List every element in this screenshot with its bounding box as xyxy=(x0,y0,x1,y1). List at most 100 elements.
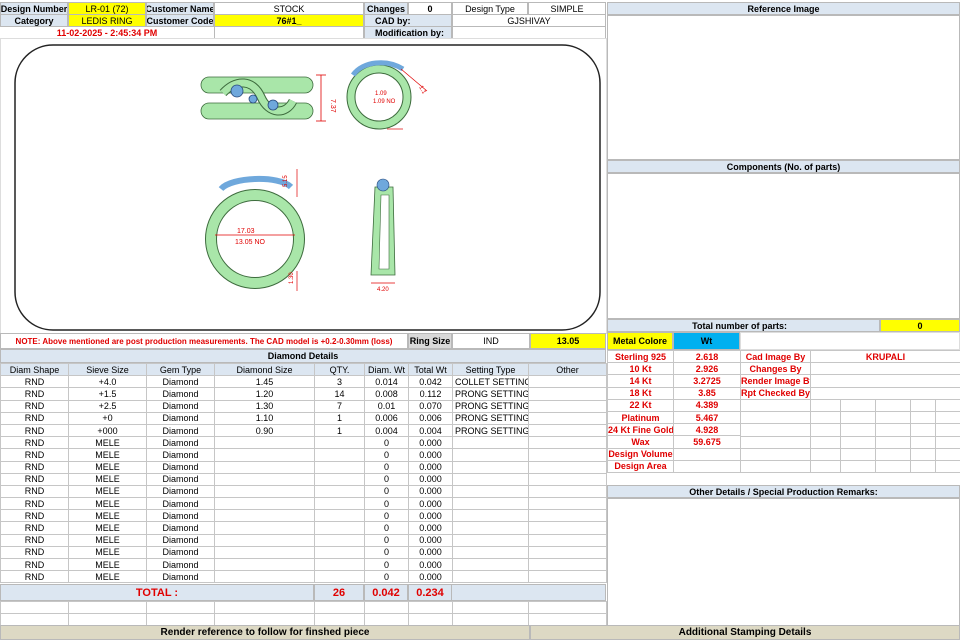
diamond-cell[interactable]: Diamond xyxy=(146,570,215,584)
diamond-cell[interactable] xyxy=(214,472,315,486)
diamond-cell[interactable]: +0 xyxy=(68,411,147,425)
diamond-cell[interactable]: 0.000 xyxy=(408,436,453,450)
other-details-area[interactable] xyxy=(607,498,960,626)
diamond-cell[interactable]: RND xyxy=(0,484,69,499)
diamond-cell[interactable] xyxy=(452,484,529,499)
diamond-cell[interactable] xyxy=(214,533,315,547)
diamond-cell[interactable]: PRONG SETTING xyxy=(452,423,529,438)
diamond-cell[interactable]: 0.004 xyxy=(364,423,409,438)
diamond-cell[interactable]: 0.01 xyxy=(364,399,409,413)
diamond-cell[interactable]: RND xyxy=(0,436,69,450)
diamond-cell[interactable] xyxy=(528,375,607,389)
diamond-cell[interactable]: 1.10 xyxy=(214,411,315,425)
diamond-cell[interactable] xyxy=(314,557,365,572)
diamond-cell[interactable] xyxy=(452,460,529,474)
diamond-cell[interactable]: RND xyxy=(0,509,69,523)
diamond-cell[interactable]: Diamond xyxy=(146,460,215,474)
diamond-cell[interactable]: Diamond xyxy=(146,533,215,547)
diamond-cell[interactable] xyxy=(314,521,365,535)
diamond-cell[interactable]: 0 xyxy=(364,484,409,499)
diamond-cell[interactable]: 1 xyxy=(314,423,365,438)
diamond-cell[interactable]: RND xyxy=(0,460,69,474)
people-value[interactable] xyxy=(810,386,960,400)
diamond-cell[interactable] xyxy=(214,448,315,462)
diamond-cell[interactable] xyxy=(314,472,365,486)
diamond-cell[interactable] xyxy=(214,521,315,535)
diamond-cell[interactable] xyxy=(214,570,315,584)
diamond-cell[interactable]: MELE xyxy=(68,472,147,486)
diamond-cell[interactable] xyxy=(214,484,315,499)
diamond-cell[interactable] xyxy=(452,448,529,462)
diamond-cell[interactable]: +000 xyxy=(68,423,147,438)
diamond-cell[interactable]: 7 xyxy=(314,399,365,413)
diamond-cell[interactable]: MELE xyxy=(68,436,147,450)
diamond-cell[interactable] xyxy=(314,545,365,560)
diamond-cell[interactable]: RND xyxy=(0,423,69,438)
diamond-cell[interactable] xyxy=(452,557,529,572)
diamond-cell[interactable] xyxy=(214,509,315,523)
diamond-cell[interactable]: 0 xyxy=(364,497,409,511)
diamond-cell[interactable]: Diamond xyxy=(146,448,215,462)
diamond-cell[interactable]: 0.008 xyxy=(364,387,409,401)
diamond-cell[interactable]: 0.000 xyxy=(408,460,453,474)
diamond-cell[interactable] xyxy=(214,557,315,572)
diamond-cell[interactable]: Diamond xyxy=(146,497,215,511)
diamond-cell[interactable]: MELE xyxy=(68,509,147,523)
diamond-cell[interactable] xyxy=(452,570,529,584)
ring-size-value[interactable]: 13.05 xyxy=(530,333,606,349)
diamond-cell[interactable]: 0.90 xyxy=(214,423,315,438)
diamond-cell[interactable]: 1 xyxy=(314,411,365,425)
diamond-cell[interactable]: Diamond xyxy=(146,472,215,486)
diamond-cell[interactable]: 0.000 xyxy=(408,545,453,560)
diamond-cell[interactable] xyxy=(314,533,365,547)
diamond-cell[interactable] xyxy=(528,570,607,584)
diamond-cell[interactable]: RND xyxy=(0,387,69,401)
diamond-cell[interactable] xyxy=(528,399,607,413)
diamond-cell[interactable]: PRONG SETTING xyxy=(452,387,529,401)
diamond-cell[interactable]: 0 xyxy=(364,448,409,462)
diamond-cell[interactable]: 0.000 xyxy=(408,509,453,523)
diamond-cell[interactable]: Diamond xyxy=(146,436,215,450)
diamond-cell[interactable]: Diamond xyxy=(146,423,215,438)
diamond-cell[interactable]: 0.000 xyxy=(408,557,453,572)
diamond-cell[interactable]: 0 xyxy=(364,509,409,523)
diamond-cell[interactable]: MELE xyxy=(68,460,147,474)
diamond-cell[interactable]: 0.004 xyxy=(408,423,453,438)
diamond-cell[interactable]: 0 xyxy=(364,570,409,584)
diamond-cell[interactable]: 1.45 xyxy=(214,375,315,389)
diamond-cell[interactable] xyxy=(528,423,607,438)
people-value[interactable]: KRUPALI xyxy=(810,349,960,364)
diamond-cell[interactable]: MELE xyxy=(68,545,147,560)
diamond-cell[interactable]: 1.20 xyxy=(214,387,315,401)
diamond-cell[interactable]: 0.000 xyxy=(408,448,453,462)
diamond-cell[interactable]: MELE xyxy=(68,557,147,572)
diamond-cell[interactable]: 0 xyxy=(364,460,409,474)
diamond-cell[interactable]: 0 xyxy=(364,521,409,535)
diamond-cell[interactable]: 1.30 xyxy=(214,399,315,413)
diamond-cell[interactable]: Diamond xyxy=(146,411,215,425)
diamond-cell[interactable]: 0.070 xyxy=(408,399,453,413)
diamond-cell[interactable]: Diamond xyxy=(146,484,215,499)
diamond-cell[interactable]: 0.014 xyxy=(364,375,409,389)
diamond-cell[interactable]: RND xyxy=(0,472,69,486)
diamond-cell[interactable]: 0.000 xyxy=(408,497,453,511)
diamond-cell[interactable]: PRONG SETTING xyxy=(452,399,529,413)
diamond-cell[interactable]: RND xyxy=(0,545,69,560)
diamond-cell[interactable]: RND xyxy=(0,375,69,389)
diamond-cell[interactable]: 0.000 xyxy=(408,484,453,499)
diamond-cell[interactable]: Diamond xyxy=(146,557,215,572)
diamond-cell[interactable]: MELE xyxy=(68,570,147,584)
diamond-cell[interactable]: 3 xyxy=(314,375,365,389)
diamond-cell[interactable]: RND xyxy=(0,533,69,547)
diamond-cell[interactable]: 0 xyxy=(364,557,409,572)
diamond-cell[interactable]: 0.042 xyxy=(408,375,453,389)
diamond-cell[interactable]: RND xyxy=(0,521,69,535)
diamond-cell[interactable]: MELE xyxy=(68,521,147,535)
diamond-cell[interactable]: MELE xyxy=(68,484,147,499)
diamond-cell[interactable]: RND xyxy=(0,570,69,584)
people-value[interactable] xyxy=(810,374,960,388)
diamond-cell[interactable]: PRONG SETTING xyxy=(452,411,529,425)
diamond-cell[interactable]: 0 xyxy=(364,533,409,547)
diamond-cell[interactable] xyxy=(528,509,607,523)
diamond-cell[interactable] xyxy=(528,436,607,450)
